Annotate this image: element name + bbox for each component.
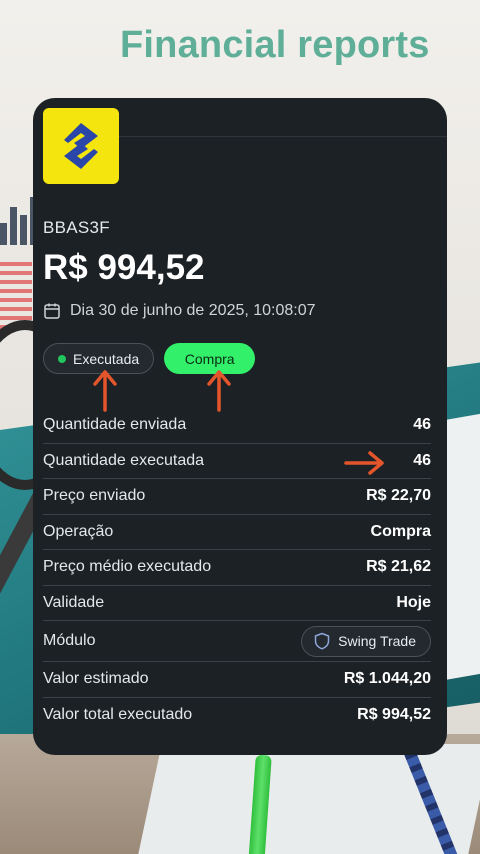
order-date-row: Dia 30 de junho de 2025, 10:08:07 <box>43 302 316 320</box>
detail-label: Operação <box>43 522 114 540</box>
status-dot-icon <box>58 354 66 363</box>
detail-label: Quantidade enviada <box>43 416 187 434</box>
detail-label: Valor estimado <box>43 670 149 688</box>
detail-label: Quantidade executada <box>43 451 205 469</box>
detail-value: 46 <box>413 416 431 434</box>
module-chip: Swing Trade <box>301 625 431 657</box>
banco-do-brasil-logo <box>43 108 119 184</box>
detail-row-total-executed: Valor total executado R$ 994,52 <box>43 698 431 734</box>
detail-row-validity: Validade Hoje <box>43 586 431 621</box>
detail-value: Compra <box>370 522 431 540</box>
detail-row-price-sent: Preço enviado R$ 22,70 <box>43 479 431 515</box>
detail-value: R$ 1.044,20 <box>343 670 431 688</box>
order-detail-card: BBAS3F R$ 994,52 Dia 30 de junho de 2025… <box>33 98 447 755</box>
detail-label: Preço médio executado <box>43 558 212 576</box>
background-title: Financial reports <box>120 24 430 66</box>
detail-row-quantity-sent: Quantidade enviada 46 <box>43 408 431 444</box>
detail-row-operation: Operação Compra <box>43 515 431 550</box>
side-chip-label: Compra <box>184 350 235 367</box>
arrow-up-icon <box>93 370 117 412</box>
detail-row-module: Módulo Swing Trade <box>43 621 431 662</box>
card-divider <box>119 136 447 137</box>
detail-row-average-price: Preço médio executado R$ 21,62 <box>43 550 431 586</box>
calendar-icon <box>44 303 60 319</box>
detail-value: R$ 22,70 <box>366 487 431 505</box>
module-chip-label: Swing Trade <box>338 633 416 649</box>
status-chip-label: Executada <box>73 350 140 367</box>
detail-label: Módulo <box>43 632 96 649</box>
detail-label: Validade <box>43 593 105 611</box>
detail-label: Preço enviado <box>43 487 146 505</box>
arrow-right-icon <box>344 451 384 475</box>
detail-value: R$ 994,52 <box>357 706 431 724</box>
detail-value: Hoje <box>396 593 431 611</box>
order-date: Dia 30 de junho de 2025, 10:08:07 <box>70 302 316 319</box>
detail-label: Valor total executado <box>43 706 193 724</box>
detail-value: R$ 21,62 <box>366 558 431 576</box>
detail-value: 46 <box>413 451 431 469</box>
detail-row-estimated-value: Valor estimado R$ 1.044,20 <box>43 662 431 698</box>
order-price: R$ 994,52 <box>43 248 205 287</box>
ticker-symbol: BBAS3F <box>43 218 110 237</box>
shield-icon <box>314 632 330 650</box>
bb-logo-icon <box>64 123 98 169</box>
arrow-up-icon <box>207 370 231 412</box>
